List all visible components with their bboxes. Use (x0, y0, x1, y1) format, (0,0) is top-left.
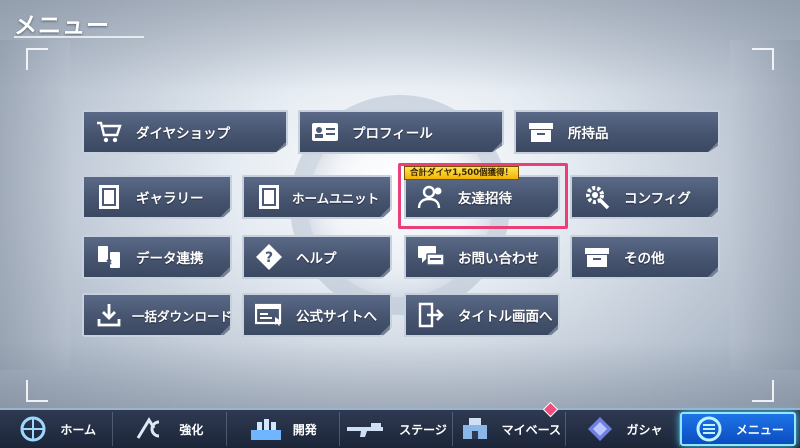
gallery-icon (94, 182, 124, 212)
page-title: メニュー (14, 13, 110, 39)
box-icon (582, 242, 612, 272)
nav-develop-label: 開発 (292, 422, 317, 437)
stage-gun-icon (345, 415, 389, 443)
nav-gacha-label: ガシャ (626, 422, 663, 437)
upgrade-icon (135, 415, 169, 443)
cart-icon (94, 117, 124, 147)
nav-gacha[interactable]: ガシャ (566, 412, 680, 446)
bottom-nav: ホーム 強化 開発 ステージ マイベース ガシャ メニュー (0, 401, 800, 448)
nav-menu-label: メニュー (735, 422, 784, 437)
nav-menu[interactable]: メニュー (679, 412, 796, 446)
promo-badge: 合計ダイヤ1,500個獲得！ (404, 166, 520, 180)
profile-button[interactable]: プロフィール (298, 110, 504, 154)
diamond-shop-button[interactable]: ダイヤショップ (82, 110, 288, 154)
nav-stage[interactable]: ステージ (340, 412, 454, 446)
nav-home[interactable]: ホーム (0, 412, 114, 446)
gallery-label: ギャラリー (136, 191, 204, 207)
invite-friends-button[interactable]: 友達招待 (404, 175, 560, 219)
invite-friends-label: 友達招待 (458, 191, 512, 207)
help-icon: ? (254, 242, 284, 272)
develop-icon (249, 415, 283, 443)
inventory-button[interactable]: 所持品 (514, 110, 720, 154)
chat-icon (416, 242, 446, 272)
website-icon (254, 300, 284, 330)
profile-label: プロフィール (352, 126, 433, 142)
others-button[interactable]: その他 (570, 235, 720, 279)
official-site-button[interactable]: 公式サイトへ (242, 293, 392, 337)
gear-wrench-icon (582, 182, 612, 212)
others-label: その他 (624, 251, 665, 267)
official-site-label: 公式サイトへ (296, 309, 377, 325)
config-label: コンフィグ (624, 191, 691, 207)
mybase-icon (458, 415, 492, 443)
nav-upgrade[interactable]: 強化 (113, 412, 227, 446)
frame-corner (26, 48, 48, 70)
diamond-shop-label: ダイヤショップ (136, 126, 231, 142)
gallery-button[interactable]: ギャラリー (82, 175, 232, 219)
help-label: ヘルプ (296, 251, 337, 267)
bulk-download-button[interactable]: 一括ダウンロード (82, 293, 232, 337)
contact-button[interactable]: お問い合わせ (404, 235, 560, 279)
title-underline (14, 36, 144, 38)
friends-icon (416, 182, 446, 212)
frame-corner (752, 380, 774, 402)
home-unit-icon (254, 182, 284, 212)
bulk-download-label: 一括ダウンロード (132, 308, 233, 324)
data-link-button[interactable]: データ連携 (82, 235, 232, 279)
config-button[interactable]: コンフィグ (570, 175, 720, 219)
nav-upgrade-label: 強化 (179, 422, 204, 437)
home-unit-label: ホームユニット (292, 190, 380, 206)
frame-corner (752, 48, 774, 70)
menu-orb-icon (692, 415, 726, 443)
nav-mybase[interactable]: マイベース (453, 401, 567, 446)
home-unit-button[interactable]: ホームユニット (242, 175, 392, 219)
home-emblem-icon (16, 415, 50, 443)
frame-corner (26, 380, 48, 402)
nav-stage-label: ステージ (399, 422, 447, 437)
nav-home-label: ホーム (60, 422, 96, 437)
notification-badge (542, 401, 559, 418)
title-screen-label: タイトル画面へ (458, 309, 553, 325)
svg-text:?: ? (265, 250, 273, 266)
data-link-icon (94, 242, 124, 272)
contact-label: お問い合わせ (458, 251, 539, 267)
exit-door-icon (416, 300, 446, 330)
id-card-icon (310, 117, 340, 147)
title-screen-button[interactable]: タイトル画面へ (404, 293, 560, 337)
inventory-label: 所持品 (568, 126, 609, 142)
nav-mybase-label: マイベース (501, 422, 561, 437)
gacha-icon (583, 415, 617, 443)
nav-develop[interactable]: 開発 (227, 412, 340, 446)
box-icon (526, 117, 556, 147)
download-icon (94, 300, 124, 330)
background-scene (0, 0, 800, 448)
help-button[interactable]: ? ヘルプ (242, 235, 392, 279)
data-link-label: データ連携 (136, 251, 204, 267)
